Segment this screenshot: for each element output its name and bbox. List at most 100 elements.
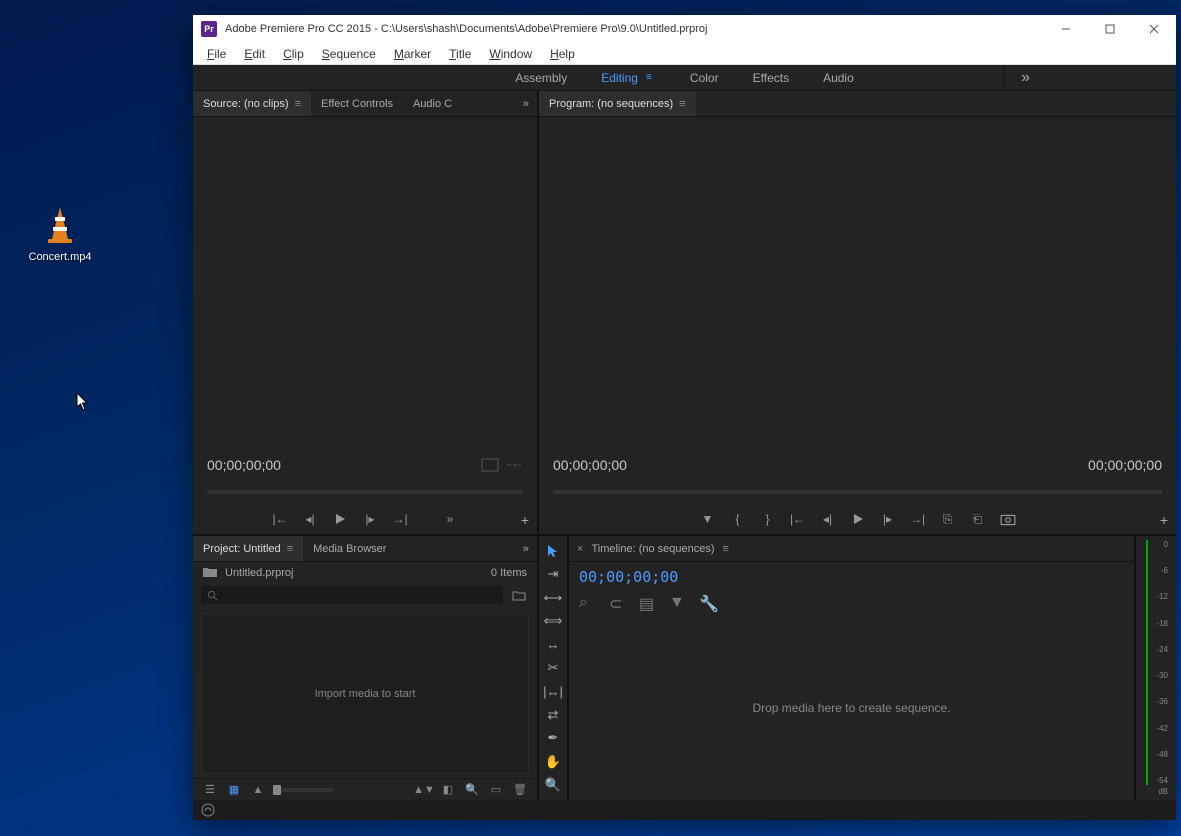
- creative-cloud-icon[interactable]: [201, 803, 215, 817]
- program-goto-in-icon[interactable]: |←: [790, 511, 806, 527]
- menu-file[interactable]: File: [199, 45, 234, 63]
- source-play-button[interactable]: [332, 511, 348, 527]
- tab-timeline-menu-icon[interactable]: ≡: [723, 543, 729, 555]
- project-new-item-icon[interactable]: ▭: [487, 782, 505, 798]
- workspace-editing[interactable]: Editing ≡: [601, 71, 656, 85]
- program-extract-icon[interactable]: ⎗: [970, 511, 986, 527]
- tab-project-menu-icon[interactable]: ≡: [287, 543, 293, 555]
- workspace-editing-label: Editing: [601, 71, 638, 85]
- tool-razor[interactable]: ✂: [543, 659, 563, 676]
- tool-track-select[interactable]: ⇥: [543, 565, 563, 582]
- tab-program[interactable]: Program: (no sequences)≡: [539, 91, 696, 116]
- program-play-button[interactable]: [850, 511, 866, 527]
- tl-linked-icon[interactable]: ⊂: [609, 594, 625, 608]
- project-tab-overflow[interactable]: »: [515, 543, 537, 555]
- program-out-icon[interactable]: }: [760, 511, 776, 527]
- menu-marker[interactable]: Marker: [386, 45, 439, 63]
- menu-sequence[interactable]: Sequence: [314, 45, 384, 63]
- source-mark-in-icon[interactable]: |←: [272, 511, 288, 527]
- timeline-close-icon[interactable]: ×: [577, 543, 583, 555]
- tab-effect-controls[interactable]: Effect Controls: [311, 91, 403, 116]
- source-step-fwd-icon[interactable]: |▸: [362, 511, 378, 527]
- project-freeform-icon[interactable]: ▲: [249, 782, 267, 798]
- source-mark-out-icon[interactable]: →|: [392, 511, 408, 527]
- project-new-bin-icon[interactable]: [509, 586, 529, 604]
- tool-rolling-edit[interactable]: ⟺: [543, 612, 563, 629]
- status-bar: [193, 800, 1176, 820]
- program-timecode-left[interactable]: 00;00;00;00: [553, 457, 627, 473]
- tl-snap-icon[interactable]: ⌕: [579, 594, 595, 608]
- workspace-audio[interactable]: Audio: [823, 71, 854, 85]
- project-automate-icon[interactable]: ◧: [439, 782, 457, 798]
- project-drop-area[interactable]: Import media to start: [201, 614, 529, 774]
- audio-meter[interactable]: 0 -6 -12 -18 -24 -30 -36 -42 -48 -54 dB: [1136, 536, 1176, 800]
- source-playbar[interactable]: [207, 486, 523, 500]
- program-view[interactable]: [539, 117, 1176, 452]
- meter-mark: -54: [1156, 776, 1168, 785]
- menu-help[interactable]: Help: [542, 45, 583, 63]
- menu-clip[interactable]: Clip: [275, 45, 312, 63]
- titlebar[interactable]: Pr Adobe Premiere Pro CC 2015 - C:\Users…: [193, 15, 1176, 43]
- tab-program-menu-icon[interactable]: ≡: [679, 98, 685, 110]
- menu-title[interactable]: Title: [441, 45, 479, 63]
- tl-add-marker-icon[interactable]: ▼: [669, 594, 685, 608]
- tool-hand[interactable]: ✋: [543, 753, 563, 770]
- tool-rate-stretch[interactable]: ↔: [543, 636, 563, 653]
- project-sort-icon[interactable]: ▲▼: [415, 782, 433, 798]
- tool-slide[interactable]: ⇄: [543, 706, 563, 723]
- source-step-back-icon[interactable]: ◂|: [302, 511, 318, 527]
- tool-selection[interactable]: [543, 542, 563, 559]
- minimize-button[interactable]: [1044, 15, 1088, 43]
- program-lift-icon[interactable]: ⎘: [940, 511, 956, 527]
- meter-mark: -24: [1156, 645, 1168, 654]
- source-timecode[interactable]: 00;00;00;00: [207, 457, 281, 473]
- timeline-timecode[interactable]: 00;00;00;00: [579, 568, 1124, 586]
- tab-source-menu-icon[interactable]: ≡: [295, 98, 301, 110]
- source-res-icon[interactable]: [505, 458, 523, 472]
- tool-slip[interactable]: |↔|: [543, 683, 563, 700]
- project-find-icon[interactable]: 🔍: [463, 782, 481, 798]
- workspace-color[interactable]: Color: [690, 71, 719, 85]
- program-step-fwd-icon[interactable]: |▸: [880, 511, 896, 527]
- project-clear-icon[interactable]: 🗑: [511, 782, 529, 798]
- source-add-button[interactable]: +: [521, 512, 529, 528]
- tool-zoom[interactable]: 🔍: [543, 777, 563, 794]
- timeline-drop-area[interactable]: Drop media here to create sequence.: [569, 616, 1134, 800]
- menu-window[interactable]: Window: [481, 45, 540, 63]
- program-snapshot-icon[interactable]: [1000, 511, 1016, 527]
- source-tab-overflow[interactable]: »: [515, 98, 537, 110]
- maximize-button[interactable]: [1088, 15, 1132, 43]
- program-goto-out-icon[interactable]: →|: [910, 511, 926, 527]
- workspace-menu-icon[interactable]: ≡: [646, 76, 656, 79]
- workspace-overflow[interactable]: »: [1004, 65, 1046, 90]
- program-in-icon[interactable]: {: [730, 511, 746, 527]
- program-marker-icon[interactable]: ▼: [700, 511, 716, 527]
- program-add-button[interactable]: +: [1160, 512, 1168, 528]
- tab-timeline-label[interactable]: Timeline: (no sequences): [591, 543, 714, 555]
- program-step-back-icon[interactable]: ◂|: [820, 511, 836, 527]
- workspace-assembly[interactable]: Assembly: [515, 71, 567, 85]
- menu-edit[interactable]: Edit: [236, 45, 273, 63]
- workspace-effects[interactable]: Effects: [753, 71, 789, 85]
- close-button[interactable]: [1132, 15, 1176, 43]
- tool-pen[interactable]: ✒: [543, 730, 563, 747]
- tl-settings-icon[interactable]: 🔧: [699, 594, 715, 608]
- project-zoom-slider[interactable]: [273, 788, 333, 792]
- project-list-view-icon[interactable]: ☰: [201, 782, 219, 798]
- desktop-file-concert[interactable]: Concert.mp4: [28, 205, 92, 263]
- tab-project[interactable]: Project: Untitled≡: [193, 536, 303, 561]
- project-search-input[interactable]: [201, 586, 503, 604]
- source-view[interactable]: [193, 117, 537, 452]
- tl-markers-icon[interactable]: ▤: [639, 594, 655, 608]
- tab-audio-clip[interactable]: Audio C: [403, 91, 462, 116]
- source-transport-overflow[interactable]: »: [442, 511, 458, 527]
- tab-media-browser[interactable]: Media Browser: [303, 536, 396, 561]
- project-icon-view-icon[interactable]: ▦: [225, 782, 243, 798]
- timeline-tools: ⌕ ⊂ ▤ ▼ 🔧: [569, 590, 1134, 616]
- program-playbar[interactable]: [553, 486, 1162, 500]
- tool-ripple-edit[interactable]: ⟷: [543, 589, 563, 606]
- project-item-count: 0 Items: [491, 567, 527, 579]
- program-timecode-right[interactable]: 00;00;00;00: [1088, 457, 1162, 473]
- source-fit-icon[interactable]: [481, 458, 499, 472]
- tab-source[interactable]: Source: (no clips)≡: [193, 91, 311, 116]
